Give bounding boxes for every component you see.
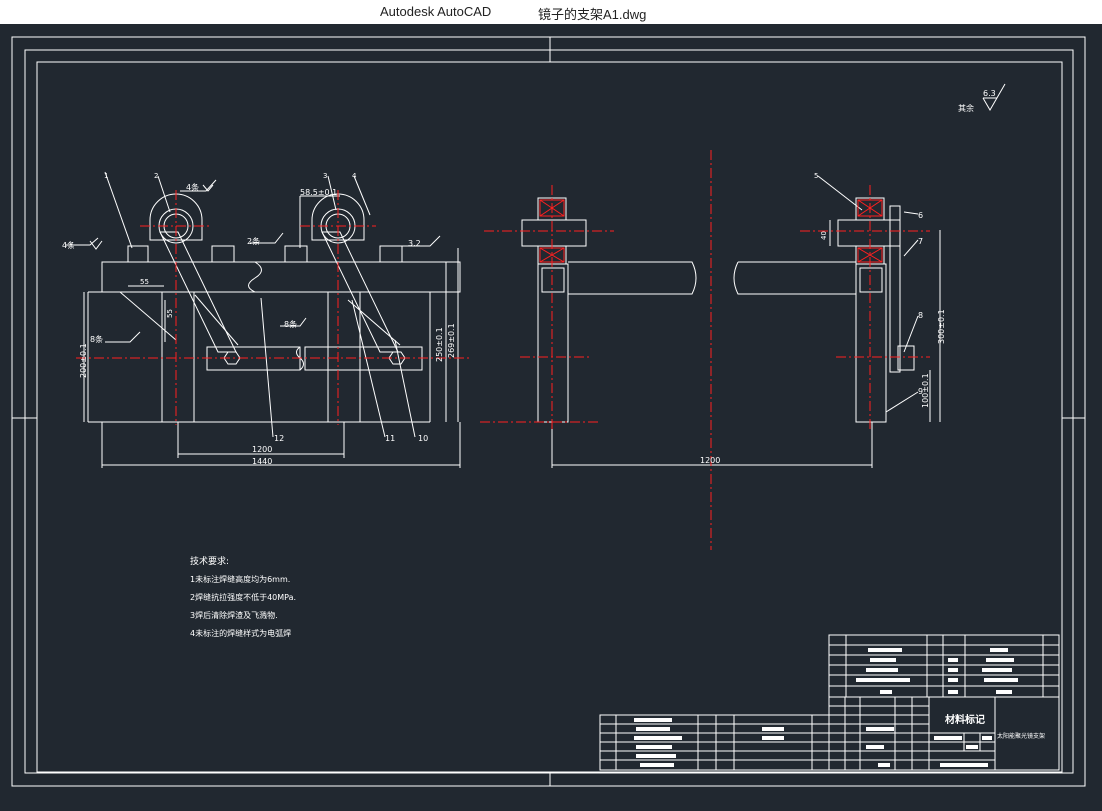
dim-1200-side: 1200 bbox=[700, 456, 720, 465]
notes-title: 技术要求: bbox=[190, 555, 229, 567]
roughness-remainder: 其余 bbox=[958, 103, 974, 113]
note-2: 2焊缝抗拉强度不低于40MPa. bbox=[190, 592, 296, 602]
balloon-8: 8 bbox=[918, 311, 923, 320]
dim-58-5: 58.5±0.1 bbox=[300, 188, 337, 197]
weld-4b: 4条 bbox=[186, 182, 199, 192]
balloon-2: 2 bbox=[154, 172, 158, 180]
dim-3-2: 3.2 bbox=[408, 239, 421, 248]
drawing-name: 太阳能聚光镜支架 bbox=[997, 732, 1045, 740]
weld-8a: 8条 bbox=[90, 334, 103, 344]
note-3: 3焊后清除焊渣及飞溅物. bbox=[190, 610, 278, 620]
dim-55-b: 55 bbox=[166, 309, 174, 318]
balloon-5: 5 bbox=[814, 172, 818, 180]
file-name: 镜子的支架A1.dwg bbox=[538, 7, 647, 22]
balloon-1: 1 bbox=[104, 172, 108, 180]
balloon-7: 7 bbox=[918, 237, 923, 246]
balloon-6: 6 bbox=[918, 211, 923, 220]
balloon-3: 3 bbox=[323, 172, 327, 180]
dim-55-a: 55 bbox=[140, 278, 149, 286]
balloon-10: 10 bbox=[418, 434, 428, 443]
dim-269: 269±0.1 bbox=[447, 323, 456, 358]
weld-4a: 4条 bbox=[62, 240, 75, 250]
dim-1440: 1440 bbox=[252, 457, 272, 466]
title-bar: Autodesk AutoCAD 镜子的支架A1.dwg bbox=[0, 0, 1102, 24]
weld-2: 2条 bbox=[247, 236, 260, 246]
balloon-12: 12 bbox=[274, 434, 284, 443]
drawing-canvas[interactable]: 6.3 其余 1 2 3 4 12 11 10 4条 4条 2条 8条 8条 3… bbox=[0, 24, 1102, 811]
note-1: 1未标注焊缝高度均为6mm. bbox=[190, 574, 290, 584]
dim-100: 100±0.1 bbox=[921, 373, 930, 408]
dim-40: 40 bbox=[820, 231, 828, 240]
dim-1200-front: 1200 bbox=[252, 445, 272, 454]
balloon-11: 11 bbox=[385, 434, 395, 443]
weld-8b: 8条 bbox=[284, 319, 297, 329]
app-name: Autodesk AutoCAD bbox=[380, 4, 492, 19]
dim-200: 200±0.1 bbox=[79, 343, 88, 378]
dim-250: 250±0.1 bbox=[435, 327, 444, 362]
material-label: 材料标记 bbox=[945, 713, 985, 726]
balloon-4: 4 bbox=[352, 172, 357, 180]
note-4: 4未标注的焊缝样式为电弧焊 bbox=[190, 628, 291, 638]
dim-300: 300±0.1 bbox=[937, 309, 946, 344]
roughness-value: 6.3 bbox=[983, 89, 996, 98]
